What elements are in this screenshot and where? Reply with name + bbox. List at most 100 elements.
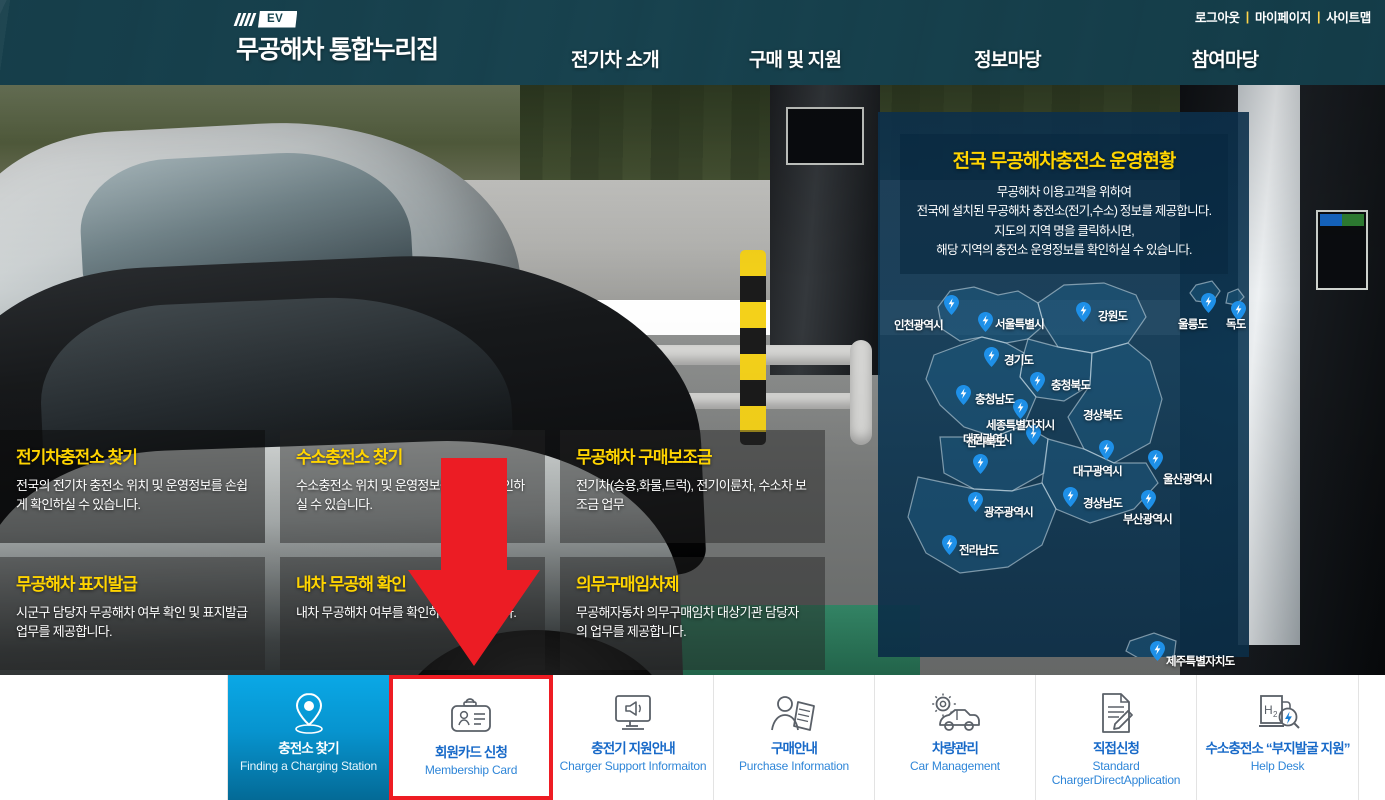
hero-card[interactable]: 의무구매임차제 무공해자동차 의무구매임차 대상기관 담당자의 업무를 제공합니… xyxy=(560,557,825,670)
id-card-icon xyxy=(448,693,494,741)
region-label-gangwon[interactable]: 강원도 xyxy=(1098,308,1128,324)
map-desc-line: 지도의 지역 명을 클릭하시면, xyxy=(994,223,1135,238)
region-label-incheon[interactable]: 인천광역시 xyxy=(894,317,944,333)
region-label-busan[interactable]: 부산광역시 xyxy=(1123,511,1173,527)
monitor-megaphone-icon xyxy=(610,689,656,737)
map-pin[interactable] xyxy=(1076,302,1091,322)
map-pin[interactable] xyxy=(1141,490,1156,510)
logo-title: 무공해차 통합누리집 xyxy=(236,36,439,64)
region-label-jeonbuk[interactable]: 전라북도 xyxy=(966,434,1006,450)
hero-card-desc: 무공해자동차 의무구매임차 대상기관 담당자의 업무를 제공합니다. xyxy=(576,605,799,639)
quickbar-left-spacer xyxy=(0,675,228,800)
main-navigation: 전기차 소개 구매 및 지원 정보마당 참여마당 xyxy=(540,45,1340,79)
map-pin[interactable] xyxy=(944,295,959,315)
svg-text:H: H xyxy=(1264,703,1273,717)
nav-item-info[interactable]: 정보마당 xyxy=(900,45,1115,72)
map-pin[interactable] xyxy=(973,454,988,474)
hero-card[interactable]: 무공해차 표지발급 시군구 담당자 무공해차 여부 확인 및 표지발급 업무를 … xyxy=(0,557,265,670)
region-label-ulleungdo[interactable]: 울릉도 xyxy=(1178,316,1208,332)
nav-item-participation[interactable]: 참여마당 xyxy=(1115,45,1335,72)
map-pin[interactable] xyxy=(968,492,983,512)
hero-card-title: 전기차충전소 찾기 xyxy=(16,448,138,467)
quick-link-label-en: Purchase Information xyxy=(738,758,850,773)
quick-link-label-ko: 차량관리 xyxy=(931,741,979,756)
quick-link-label-en: Standard ChargerDirectApplication xyxy=(1051,758,1181,788)
quick-link-label-en: Charger Support Informaiton xyxy=(559,758,707,773)
map-panel-header: 전국 무공해차충전소 운영현황 무공해차 이용고객을 위하여 전국에 설치된 무… xyxy=(900,134,1228,274)
map-pin[interactable] xyxy=(1148,450,1163,470)
quick-link-label-en: Membership Card xyxy=(424,762,518,777)
map-pin[interactable] xyxy=(942,535,957,555)
region-label-daegu[interactable]: 대구광역시 xyxy=(1073,463,1123,479)
hydrogen-station-icon: H 2 xyxy=(1255,689,1301,737)
map-pin[interactable] xyxy=(1013,399,1028,419)
nav-item-ev-intro[interactable]: 전기차 소개 xyxy=(540,45,690,72)
region-label-seoul[interactable]: 서울특별시 xyxy=(995,316,1045,332)
region-label-jeju[interactable]: 제주특별자치도 xyxy=(1166,653,1235,669)
map-pin[interactable] xyxy=(978,312,993,332)
quick-link-purchase-info[interactable]: 구매안내 Purchase Information xyxy=(714,675,875,800)
quickbar-right-spacer xyxy=(1359,675,1385,800)
location-pin-icon xyxy=(289,689,329,737)
map-desc-line: 전국에 설치된 무공해차 충전소(전기,수소) 정보를 제공합니다. xyxy=(916,204,1212,219)
svg-text:2: 2 xyxy=(1273,710,1278,719)
map-panel-description: 무공해차 이용고객을 위하여 전국에 설치된 무공해차 충전소(전기,수소) 정… xyxy=(900,183,1228,261)
map-pin[interactable] xyxy=(1201,293,1216,313)
quick-link-label-en: Help Desk xyxy=(1250,758,1305,773)
site-header: 로그아웃 | 마이페이지 | 사이트맵 EV 무공해차 통합누리집 전기차 소개… xyxy=(0,0,1385,85)
utility-nav: 로그아웃 | 마이페이지 | 사이트맵 xyxy=(1195,7,1371,26)
map-pin[interactable] xyxy=(984,347,999,367)
quick-link-bar: 충전소 찾기 Finding a Charging Station 회원카드 신… xyxy=(0,675,1385,800)
nav-item-purchase-support[interactable]: 구매 및 지원 xyxy=(690,45,900,72)
red-down-arrow-annotation xyxy=(408,458,540,666)
mypage-link[interactable]: 마이페이지 xyxy=(1255,7,1311,26)
region-label-jeonnam[interactable]: 전라남도 xyxy=(959,542,999,558)
map-desc-line: 무공해차 이용고객을 위하여 xyxy=(996,185,1132,199)
quick-link-label-ko: 수소충전소 “부지발굴 지원” xyxy=(1205,741,1350,756)
hero-card-title: 의무구매임차제 xyxy=(576,575,679,594)
map-panel-title: 전국 무공해차충전소 운영현황 xyxy=(952,151,1177,172)
quick-link-label-ko: 구매안내 xyxy=(770,741,818,756)
map-pin[interactable] xyxy=(1063,487,1078,507)
region-label-gyeonggi[interactable]: 경기도 xyxy=(1004,352,1034,368)
logo-slashes-icon xyxy=(233,12,257,26)
quick-link-find-charging-station[interactable]: 충전소 찾기 Finding a Charging Station xyxy=(228,675,389,800)
region-label-gyeongnam[interactable]: 경상남도 xyxy=(1083,495,1123,511)
region-label-ulsan[interactable]: 울산광역시 xyxy=(1163,471,1213,487)
quick-link-label-ko: 충전소 찾기 xyxy=(278,741,339,756)
logout-link[interactable]: 로그아웃 xyxy=(1195,7,1240,26)
document-pen-icon xyxy=(1095,689,1137,737)
region-label-gwangju[interactable]: 광주광역시 xyxy=(984,504,1034,520)
korea-map[interactable]: 인천광역시 서울특별시 강원도 울릉도 독도 경기도 충청북도 충청남도 세종특… xyxy=(878,277,1249,668)
car-gear-icon xyxy=(930,689,980,737)
region-label-chungnam[interactable]: 충청남도 xyxy=(975,391,1015,407)
site-logo[interactable]: EV 무공해차 통합누리집 xyxy=(233,10,439,66)
quick-link-label-ko: 충전기 지원안내 xyxy=(591,741,675,756)
hero-card-title: 무공해차 구매보조금 xyxy=(576,448,712,467)
map-pin[interactable] xyxy=(1150,641,1165,661)
hero-card-desc: 전기차(승용,화물,트럭), 전기이륜차, 수소차 보조금 업무 xyxy=(576,478,807,512)
hero-card[interactable]: 무공해차 구매보조금 전기차(승용,화물,트럭), 전기이륜차, 수소차 보조금… xyxy=(560,430,825,543)
hero-card-desc: 시군구 담당자 무공해차 여부 확인 및 표지발급 업무를 제공합니다. xyxy=(16,605,248,639)
quick-link-membership-card[interactable]: 회원카드 신청 Membership Card xyxy=(389,675,553,800)
quick-link-direct-application[interactable]: 직접신청 Standard ChargerDirectApplication xyxy=(1036,675,1197,800)
hero-card[interactable]: 전기차충전소 찾기 전국의 전기차 충전소 위치 및 운영정보를 손쉽게 확인하… xyxy=(0,430,265,543)
map-desc-line: 해당 지역의 충전소 운영정보를 확인하실 수 있습니다. xyxy=(936,243,1192,258)
quick-link-hydrogen-helpdesk[interactable]: H 2 수소충전소 “부지발굴 지원” Help Desk xyxy=(1197,675,1359,800)
hero-card-desc: 전국의 전기차 충전소 위치 및 운영정보를 손쉽게 확인하실 수 있습니다. xyxy=(16,478,248,512)
utility-separator: | xyxy=(1316,9,1321,24)
quick-link-car-management[interactable]: 차량관리 Car Management xyxy=(875,675,1036,800)
hero-section: 전기차충전소 찾기 전국의 전기차 충전소 위치 및 운영정보를 손쉽게 확인하… xyxy=(0,85,1385,675)
map-pin[interactable] xyxy=(1099,440,1114,460)
region-label-chungbuk[interactable]: 충청북도 xyxy=(1051,377,1091,393)
quick-link-label-en: Car Management xyxy=(910,758,1000,773)
region-label-dokdo[interactable]: 독도 xyxy=(1226,316,1246,332)
region-label-gyeongbuk[interactable]: 경상북도 xyxy=(1083,407,1123,423)
quick-link-label-ko: 회원카드 신청 xyxy=(435,745,508,760)
quick-link-charger-support[interactable]: 충전기 지원안내 Charger Support Informaiton xyxy=(553,675,714,800)
person-document-icon xyxy=(770,689,818,737)
sitemap-link[interactable]: 사이트맵 xyxy=(1326,7,1371,26)
map-pin[interactable] xyxy=(956,385,971,405)
page-root: 전기차충전소 찾기 전국의 전기차 충전소 위치 및 운영정보를 손쉽게 확인하… xyxy=(0,0,1385,800)
map-pin[interactable] xyxy=(1030,372,1045,392)
